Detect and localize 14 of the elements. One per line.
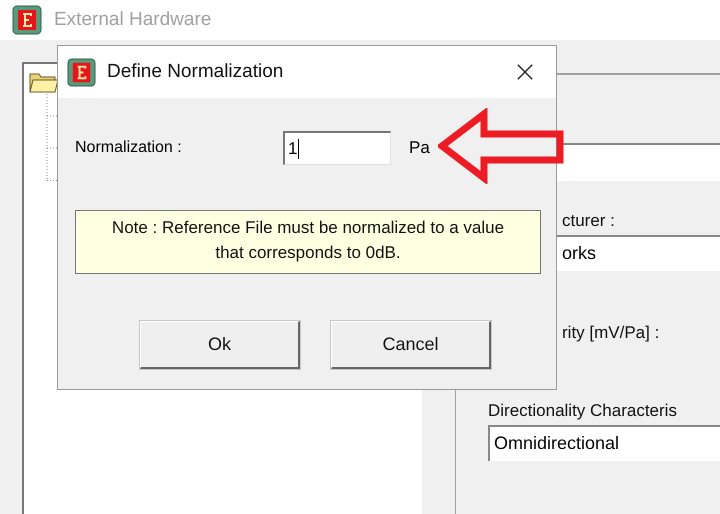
unit-label: Pa — [409, 138, 430, 158]
cancel-button[interactable]: Cancel — [331, 321, 491, 369]
dialog-title: Define Normalization — [107, 61, 284, 83]
ok-button[interactable]: Ok — [140, 321, 300, 369]
field-label: Normalization : — [75, 139, 183, 157]
app-logo-icon — [12, 5, 42, 35]
input-field[interactable]: 1 — [283, 131, 391, 165]
app-logo-icon — [67, 58, 96, 86]
field-label: Directionality Characteris — [488, 401, 678, 421]
field-label: rity [mV/Pa] : — [561, 323, 660, 343]
window-title: External Hardware — [54, 9, 212, 31]
text-field[interactable]: Omnidirectional — [488, 425, 720, 461]
note: Note : Reference File must be normalized to a value that corresponds to 0dB. — [75, 210, 541, 274]
close-icon[interactable] — [516, 63, 534, 81]
